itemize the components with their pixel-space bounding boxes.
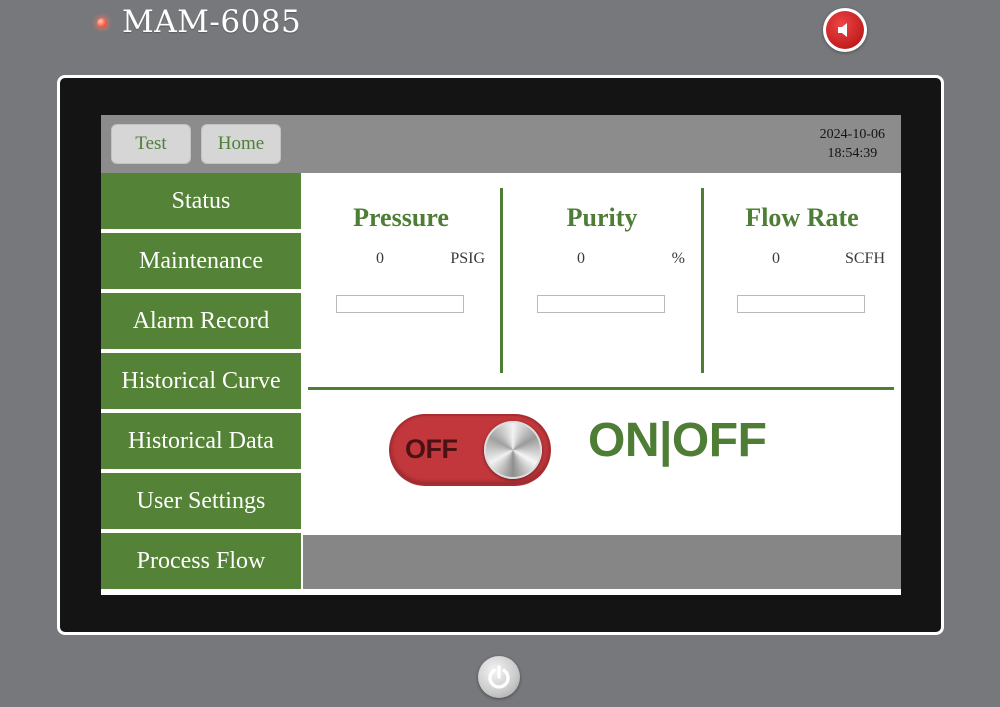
metric-unit: PSIG: [450, 250, 485, 267]
sidebar-item-historical-data[interactable]: Historical Data: [101, 413, 301, 469]
datetime-display: 2024-10-06 18:54:39: [820, 125, 885, 163]
power-icon: [488, 665, 510, 689]
date-text: 2024-10-06: [819, 127, 885, 142]
metric-purity: Purity 0 %: [504, 173, 700, 373]
status-led-icon: [97, 18, 107, 28]
metric-value: 0: [376, 250, 384, 267]
metric-value: 0: [577, 250, 585, 267]
toggle-state-label: OFF: [405, 434, 458, 464]
sidebar-nav: Status Maintenance Alarm Record Historic…: [101, 173, 301, 595]
toggle-knob: [484, 421, 542, 479]
metric-unit: %: [671, 250, 685, 267]
metric-title: Pressure: [353, 203, 449, 232]
sidebar-item-user-settings[interactable]: User Settings: [101, 473, 301, 529]
metric-unit: SCFH: [844, 250, 885, 267]
metric-title: Purity: [566, 203, 638, 232]
device-model-title: MAM-6085: [122, 4, 302, 40]
sidebar-item-alarm-record[interactable]: Alarm Record: [101, 293, 301, 349]
time-text: 18:54:39: [827, 146, 878, 161]
speaker-icon: [838, 23, 847, 37]
sidebar-item-historical-curve[interactable]: Historical Curve: [101, 353, 301, 409]
hmi-screen: Test Home 2024-10-06 18:54:39 Status Mai…: [101, 115, 901, 595]
power-button[interactable]: [478, 656, 520, 698]
bottom-panel: [303, 535, 901, 589]
top-bar: Test Home 2024-10-06 18:54:39: [101, 115, 901, 173]
metric-value: 0: [772, 250, 780, 267]
metric-bar: [336, 295, 464, 313]
sidebar-item-status[interactable]: Status: [101, 173, 301, 229]
metric-bar: [537, 295, 665, 313]
metric-flow-rate: Flow Rate 0 SCFH: [704, 173, 900, 373]
metric-title: Flow Rate: [745, 203, 859, 232]
home-button[interactable]: Home: [201, 124, 281, 164]
horizontal-divider: [308, 387, 894, 390]
sidebar-item-maintenance[interactable]: Maintenance: [101, 233, 301, 289]
test-button[interactable]: Test: [111, 124, 191, 164]
sidebar-item-process-flow[interactable]: Process Flow: [101, 533, 301, 589]
bottom-strip: [101, 589, 901, 595]
on-off-title: ON|OFF: [588, 414, 767, 467]
metric-bar: [737, 295, 865, 313]
vertical-divider: [500, 188, 503, 373]
metrics-panel: Pressure 0 PSIG Purity 0 % Flow Rate 0 S…: [303, 173, 901, 393]
metric-pressure: Pressure 0 PSIG: [303, 173, 499, 373]
power-toggle-switch[interactable]: OFF: [391, 416, 549, 484]
speaker-button[interactable]: [823, 8, 867, 52]
